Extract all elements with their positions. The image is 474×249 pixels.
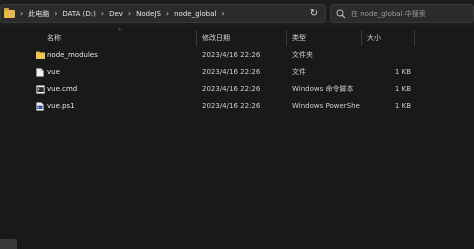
file-date: 2023/4/16 22:26: [202, 51, 261, 59]
file-date: 2023/4/16 22:26: [202, 102, 261, 110]
column-divider[interactable]: [414, 30, 415, 46]
table-row[interactable]: vue.ps1 2023/4/16 22:26 Windows PowerShe…: [22, 98, 474, 114]
file-size: 1 KB: [394, 85, 411, 93]
table-row[interactable]: vue.cmd 2023/4/16 22:26 Windows 命令脚本 1 K…: [22, 81, 474, 97]
column-header-row: 名称 修改日期 类型 大小: [22, 30, 474, 46]
file-list[interactable]: ⌃ 名称 修改日期 类型 大小 node_modules 2023/4/16 2…: [22, 27, 474, 249]
breadcrumb-nodejs[interactable]: NodeJS: [136, 10, 161, 18]
breadcrumb-separator[interactable]: ›: [128, 9, 131, 18]
file-name: vue.ps1: [47, 102, 75, 110]
file-icon: [36, 68, 44, 77]
folder-icon: [36, 51, 45, 60]
file-name: node_modules: [47, 51, 98, 59]
file-name: vue.cmd: [47, 85, 78, 93]
file-type: Windows PowerShell ...: [292, 102, 360, 110]
navigation-pane[interactable]: [0, 27, 22, 249]
file-type: Windows 命令脚本: [292, 85, 354, 93]
file-name: vue: [47, 68, 60, 76]
column-header-name[interactable]: 名称: [47, 30, 61, 46]
breadcrumb-data-drive[interactable]: DATA (D:): [62, 10, 95, 18]
file-date: 2023/4/16 22:26: [202, 68, 261, 76]
table-row[interactable]: vue 2023/4/16 22:26 文件 1 KB: [22, 64, 474, 80]
file-explorer-window: › 此电脑 › DATA (D:) › Dev › NodeJS › node_…: [0, 0, 474, 249]
column-header-date[interactable]: 修改日期: [202, 30, 230, 46]
refresh-button[interactable]: ↻: [307, 7, 321, 21]
breadcrumb-separator[interactable]: ›: [166, 9, 169, 18]
breadcrumb-dev[interactable]: Dev: [109, 10, 123, 18]
search-placeholder: 在 node_global 中搜索: [351, 9, 426, 18]
file-size: [367, 47, 411, 63]
navigation-scrollbar[interactable]: [0, 239, 17, 249]
address-row: › 此电脑 › DATA (D:) › Dev › NodeJS › node_…: [0, 0, 474, 27]
breadcrumb-this-pc[interactable]: 此电脑: [28, 9, 49, 19]
search-input[interactable]: 在 node_global 中搜索: [330, 4, 474, 23]
file-size: 1 KB: [394, 68, 411, 76]
breadcrumb-separator[interactable]: ›: [54, 9, 57, 18]
column-divider[interactable]: [196, 30, 197, 46]
breadcrumb-separator[interactable]: ›: [221, 9, 224, 18]
column-header-type[interactable]: 类型: [292, 30, 306, 46]
column-divider[interactable]: [361, 30, 362, 46]
powershell-file-icon: [36, 102, 44, 111]
column-header-size[interactable]: 大小: [367, 30, 381, 46]
breadcrumb-separator[interactable]: ›: [101, 9, 104, 18]
file-type: 文件夹: [292, 51, 313, 59]
folder-icon: [4, 7, 15, 18]
cmd-file-icon: [36, 85, 45, 94]
file-size: 1 KB: [394, 102, 411, 110]
table-row[interactable]: node_modules 2023/4/16 22:26 文件夹: [22, 47, 474, 63]
search-icon: [336, 9, 346, 19]
file-date: 2023/4/16 22:26: [202, 85, 261, 93]
file-type: 文件: [292, 68, 306, 76]
address-bar[interactable]: › 此电脑 › DATA (D:) › Dev › NodeJS › node_…: [0, 4, 326, 23]
breadcrumb-node-global[interactable]: node_global: [174, 10, 216, 18]
breadcrumb-separator[interactable]: ›: [20, 9, 23, 18]
column-divider[interactable]: [286, 30, 287, 46]
